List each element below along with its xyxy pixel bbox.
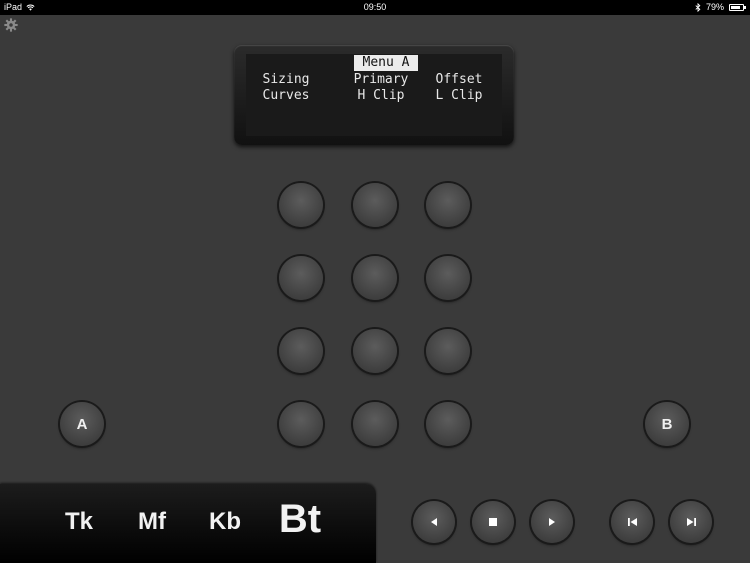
b-button[interactable]: B bbox=[645, 402, 689, 446]
soft-key-r3c2[interactable] bbox=[353, 329, 397, 373]
mode-bt-tab-active[interactable]: Bt bbox=[268, 497, 332, 542]
stop-icon bbox=[489, 518, 497, 526]
lcd-row1-col1: Sizing bbox=[262, 72, 310, 87]
soft-key-r4c1[interactable] bbox=[279, 402, 323, 446]
play-icon bbox=[549, 518, 555, 526]
soft-key-r3c3[interactable] bbox=[426, 329, 470, 373]
lcd-menu-title: Menu A bbox=[354, 55, 418, 71]
mode-tk-tab[interactable]: Tk bbox=[55, 508, 103, 536]
bluetooth-icon bbox=[695, 3, 701, 12]
soft-key-r2c1[interactable] bbox=[279, 256, 323, 300]
skip-back-icon bbox=[627, 518, 637, 526]
soft-key-r2c3[interactable] bbox=[426, 256, 470, 300]
stop-button[interactable] bbox=[472, 501, 514, 543]
mode-bar: Tk Mf Kb Bt bbox=[0, 484, 376, 563]
lcd-display: Menu A Sizing Primary Offset Curves H Cl… bbox=[246, 54, 502, 136]
lcd-row1-col3: Offset bbox=[435, 72, 483, 87]
skip-forward-icon bbox=[686, 518, 696, 526]
battery-fill bbox=[731, 6, 740, 9]
soft-key-r4c3[interactable] bbox=[426, 402, 470, 446]
play-button[interactable] bbox=[531, 501, 573, 543]
status-right: 79% bbox=[695, 0, 746, 15]
lcd-display-frame: Menu A Sizing Primary Offset Curves H Cl… bbox=[234, 45, 514, 145]
soft-key-r1c3[interactable] bbox=[426, 183, 470, 227]
mode-kb-tab[interactable]: Kb bbox=[201, 508, 249, 536]
status-time: 09:50 bbox=[363, 2, 387, 12]
mode-mf-tab[interactable]: Mf bbox=[128, 508, 176, 536]
status-bar: iPad 09:50 79% bbox=[0, 0, 750, 15]
skip-forward-button[interactable] bbox=[670, 501, 712, 543]
soft-key-r1c2[interactable] bbox=[353, 183, 397, 227]
soft-key-r2c2[interactable] bbox=[353, 256, 397, 300]
lcd-row2-col3: L Clip bbox=[435, 88, 483, 103]
soft-key-r3c1[interactable] bbox=[279, 329, 323, 373]
soft-key-r1c1[interactable] bbox=[279, 183, 323, 227]
skip-back-button[interactable] bbox=[611, 501, 653, 543]
battery-percent: 79% bbox=[705, 2, 724, 12]
soft-key-r4c2[interactable] bbox=[353, 402, 397, 446]
lcd-row2-col2: H Clip bbox=[357, 88, 405, 103]
lcd-row2-col1: Curves bbox=[262, 88, 310, 103]
gear-icon[interactable] bbox=[4, 18, 18, 32]
battery-icon bbox=[729, 4, 746, 11]
lcd-row1-col2: Primary bbox=[353, 72, 409, 87]
previous-icon bbox=[431, 518, 437, 526]
a-button[interactable]: A bbox=[60, 402, 104, 446]
previous-button[interactable] bbox=[413, 501, 455, 543]
